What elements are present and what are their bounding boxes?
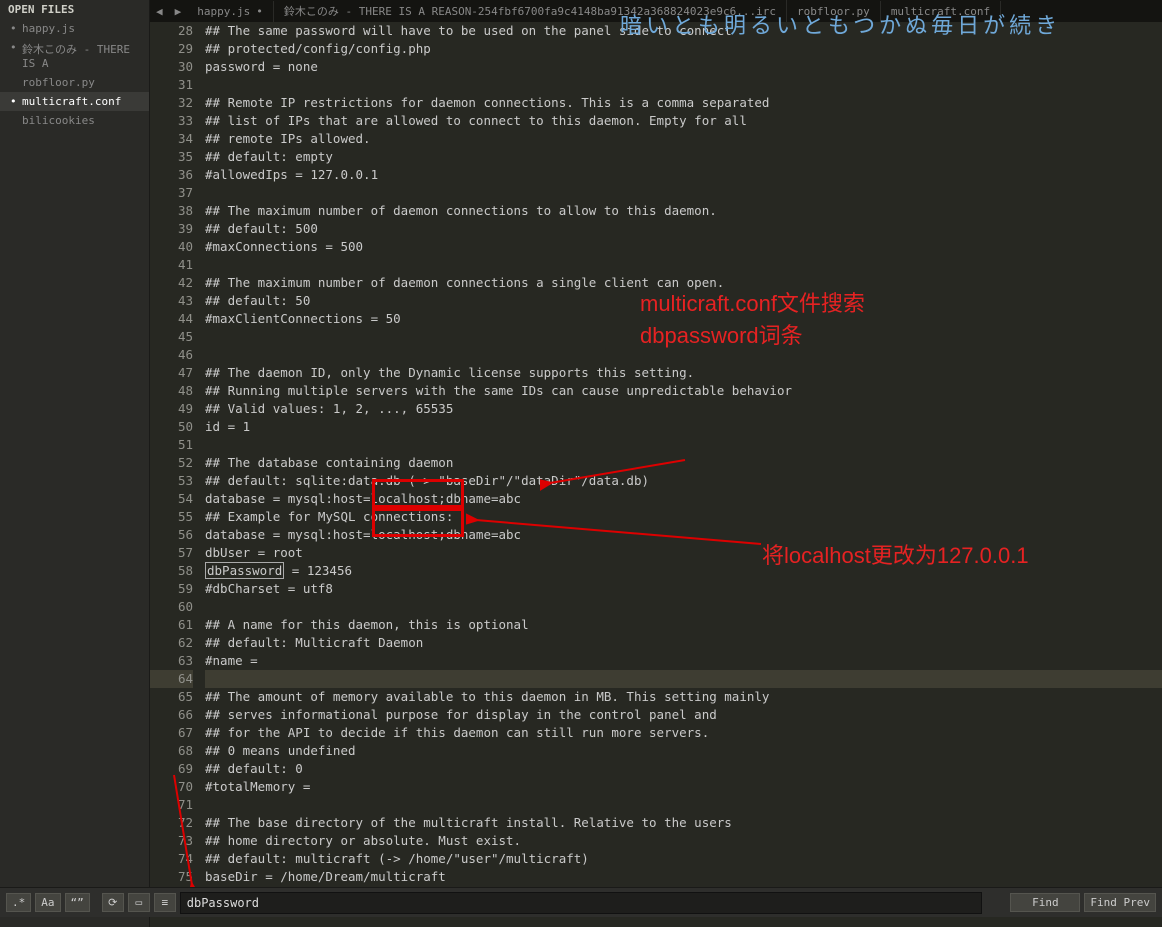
code-line[interactable]: ## default: Multicraft Daemon	[205, 634, 1162, 652]
code-line[interactable]: id = 1	[205, 418, 1162, 436]
tab-prev-icon[interactable]: ◀	[150, 5, 169, 18]
code-line[interactable]	[205, 436, 1162, 454]
code-line[interactable]: ## The maximum number of daemon connecti…	[205, 274, 1162, 292]
code-line[interactable]	[205, 184, 1162, 202]
code-line[interactable]: ## default: 500	[205, 220, 1162, 238]
line-number-gutter: 2829303132333435363738394041424344454647…	[150, 22, 205, 887]
code-line[interactable]: ## list of IPs that are allowed to conne…	[205, 112, 1162, 130]
code-line[interactable]: ## serves informational purpose for disp…	[205, 706, 1162, 724]
sidebar-item-multicraft[interactable]: multicraft.conf	[0, 92, 149, 111]
code-line[interactable]: #maxClientConnections = 50	[205, 310, 1162, 328]
code-line[interactable]: ## for the API to decide if this daemon …	[205, 724, 1162, 742]
code-line[interactable]: ## default: sqlite:data.db (-> "baseDir"…	[205, 472, 1162, 490]
find-bar: .* Aa “” ⟳ ▭ ≡ Find Find Prev	[0, 887, 1162, 917]
code-line[interactable]: ## Valid values: 1, 2, ..., 65535	[205, 400, 1162, 418]
code-line[interactable]: database = mysql:host=localhost;dbname=a…	[205, 526, 1162, 544]
code-line[interactable]: ## Running multiple servers with the sam…	[205, 382, 1162, 400]
find-regex-toggle[interactable]: .*	[6, 893, 31, 912]
code-line[interactable]: password = none	[205, 58, 1162, 76]
code-line[interactable]: database = mysql:host=localhost;dbname=a…	[205, 490, 1162, 508]
code-line[interactable]: dbUser = root	[205, 544, 1162, 562]
find-prev-button[interactable]: Find Prev	[1084, 893, 1156, 912]
code-line[interactable]	[205, 796, 1162, 814]
open-files-sidebar: OPEN FILES happy.js 鈴木このみ - THERE IS A r…	[0, 0, 150, 927]
code-line[interactable]: ## The same password will have to be use…	[205, 22, 1162, 40]
find-word-toggle[interactable]: “”	[65, 893, 90, 912]
tab-suzuki[interactable]: 鈴木このみ - THERE IS A REASON-254fbf6700fa9c…	[274, 0, 787, 22]
tab-bar: ◀ ▶ happy.js 鈴木このみ - THERE IS A REASON-2…	[150, 0, 1162, 22]
tab-multicraft[interactable]: multicraft.conf	[881, 1, 1001, 22]
code-line[interactable]: ## remote IPs allowed.	[205, 130, 1162, 148]
find-button[interactable]: Find	[1010, 893, 1080, 912]
sidebar-item-suzuki[interactable]: 鈴木このみ - THERE IS A	[0, 38, 149, 73]
tab-next-icon[interactable]: ▶	[169, 5, 188, 18]
find-selection-toggle[interactable]: ▭	[128, 893, 150, 912]
code-line[interactable]: ## default: multicraft (-> /home/"user"/…	[205, 850, 1162, 868]
tab-happyjs[interactable]: happy.js	[187, 1, 274, 22]
code-line[interactable]: ## The base directory of the multicraft …	[205, 814, 1162, 832]
code-editor[interactable]: ## The same password will have to be use…	[205, 22, 1162, 887]
code-line[interactable]: ## The daemon ID, only the Dynamic licen…	[205, 364, 1162, 382]
code-line[interactable]: #name =	[205, 652, 1162, 670]
code-line[interactable]: #allowedIps = 127.0.0.1	[205, 166, 1162, 184]
code-line[interactable]: ## Remote IP restrictions for daemon con…	[205, 94, 1162, 112]
code-line[interactable]: ## The amount of memory available to thi…	[205, 688, 1162, 706]
code-line[interactable]: ## The database containing daemon	[205, 454, 1162, 472]
sidebar-item-bilicookies[interactable]: bilicookies	[0, 111, 149, 130]
code-line[interactable]	[205, 346, 1162, 364]
code-line[interactable]: ## default: empty	[205, 148, 1162, 166]
code-line[interactable]: dbPassword = 123456	[205, 562, 1162, 580]
sidebar-item-robfloor[interactable]: robfloor.py	[0, 73, 149, 92]
code-line[interactable]: #maxConnections = 500	[205, 238, 1162, 256]
code-line[interactable]: ## home directory or absolute. Must exis…	[205, 832, 1162, 850]
code-line[interactable]: ## default: 0	[205, 760, 1162, 778]
code-line[interactable]	[205, 328, 1162, 346]
tab-robfloor[interactable]: robfloor.py	[787, 1, 881, 22]
code-line[interactable]: ## The maximum number of daemon connecti…	[205, 202, 1162, 220]
code-line[interactable]: ## 0 means undefined	[205, 742, 1162, 760]
code-line[interactable]: ## default: 50	[205, 292, 1162, 310]
code-line[interactable]	[205, 598, 1162, 616]
find-case-toggle[interactable]: Aa	[35, 893, 60, 912]
find-wrap-toggle[interactable]: ⟳	[102, 893, 124, 912]
code-line[interactable]	[205, 670, 1162, 688]
code-line[interactable]: ## protected/config/config.php	[205, 40, 1162, 58]
code-line[interactable]: #dbCharset = utf8	[205, 580, 1162, 598]
code-line[interactable]	[205, 76, 1162, 94]
open-files-header: OPEN FILES	[0, 0, 149, 19]
find-highlight-toggle[interactable]: ≡	[154, 893, 176, 912]
code-line[interactable]: #totalMemory =	[205, 778, 1162, 796]
code-line[interactable]: ## A name for this daemon, this is optio…	[205, 616, 1162, 634]
sidebar-item-happyjs[interactable]: happy.js	[0, 19, 149, 38]
code-line[interactable]	[205, 256, 1162, 274]
find-input[interactable]	[180, 892, 983, 914]
code-line[interactable]: ## Example for MySQL connections:	[205, 508, 1162, 526]
code-line[interactable]: baseDir = /home/Dream/multicraft	[205, 868, 1162, 886]
